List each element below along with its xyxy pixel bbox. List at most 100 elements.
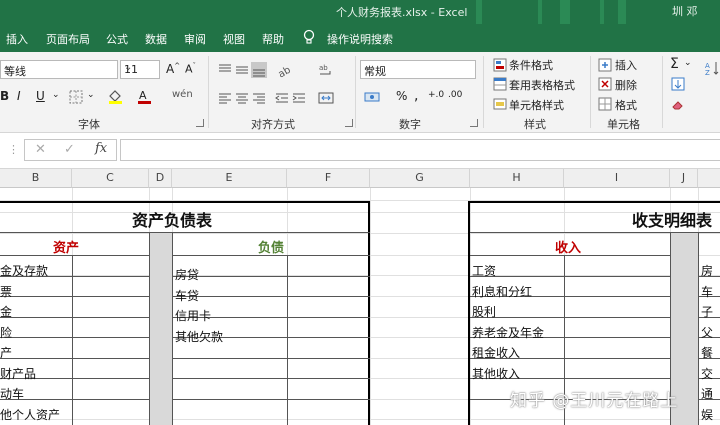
asset-item[interactable]: 金及存款 xyxy=(0,262,48,279)
number-dialog-launcher[interactable] xyxy=(470,119,478,127)
comma-style-icon[interactable]: , xyxy=(414,88,418,104)
insert-cells-button[interactable]: 插入 xyxy=(615,57,637,73)
drag-handle-icon[interactable]: ⋮ xyxy=(8,143,19,156)
income-item[interactable]: 股利 xyxy=(472,303,496,320)
expense-item[interactable]: 车 xyxy=(701,283,713,300)
chevron-down-icon[interactable]: ⌄ xyxy=(684,58,692,68)
alignment-dialog-launcher[interactable] xyxy=(345,119,353,127)
income-item[interactable]: 养老金及年金 xyxy=(472,324,544,341)
expense-item[interactable]: 子 xyxy=(701,303,713,320)
tab-view[interactable]: 视图 xyxy=(223,31,245,47)
autosum-icon[interactable]: Σ xyxy=(670,56,679,72)
currency-icon[interactable] xyxy=(364,89,380,105)
font-color-icon[interactable]: A xyxy=(136,88,152,104)
font-name-select[interactable]: 等线 ⌄ xyxy=(0,60,118,79)
asset-item[interactable]: 票 xyxy=(0,283,12,300)
column-header-d[interactable]: D xyxy=(149,169,172,188)
delete-cells-button[interactable]: 删除 xyxy=(615,77,637,93)
increase-font-icon[interactable]: A^ xyxy=(166,62,180,76)
cell-styles-button[interactable]: 单元格样式 xyxy=(509,97,564,113)
liability-item[interactable]: 房贷 xyxy=(175,266,199,283)
column-header-e[interactable]: E xyxy=(172,169,287,188)
align-top-icon[interactable] xyxy=(217,62,233,78)
align-right-icon[interactable] xyxy=(251,90,267,106)
income-item[interactable]: 工资 xyxy=(472,262,496,279)
align-left-icon[interactable] xyxy=(217,90,233,106)
column-header-h[interactable]: H xyxy=(470,169,564,188)
increase-decimal-icon[interactable]: +.0 xyxy=(428,90,444,100)
align-bottom-icon[interactable] xyxy=(251,62,267,78)
border-icon[interactable] xyxy=(68,89,84,105)
fill-down-icon[interactable] xyxy=(670,76,686,92)
decrease-decimal-icon[interactable]: .00 xyxy=(448,90,462,100)
asset-item[interactable]: 险 xyxy=(0,324,12,341)
font-dialog-launcher[interactable] xyxy=(196,119,204,127)
phonetic-icon[interactable]: wén xyxy=(172,89,193,100)
tab-help[interactable]: 帮助 xyxy=(262,31,284,47)
tab-insert[interactable]: 插入 xyxy=(6,31,28,47)
income-header[interactable]: 收入 xyxy=(555,237,581,256)
income-item[interactable]: 其他收入 xyxy=(472,365,520,382)
chevron-down-icon[interactable]: ⌄ xyxy=(52,90,60,100)
percent-icon[interactable]: % xyxy=(396,89,407,103)
chevron-down-icon[interactable]: ⌄ xyxy=(87,90,95,100)
increase-indent-icon[interactable] xyxy=(291,90,307,106)
tell-me-search[interactable]: 操作说明搜索 xyxy=(327,31,393,47)
conditional-format-button[interactable]: 条件格式 xyxy=(509,57,553,73)
tab-page-layout[interactable]: 页面布局 xyxy=(46,31,90,47)
balance-sheet-title[interactable]: 资产负债表 xyxy=(132,207,212,231)
income-statement-title[interactable]: 收支明细表 xyxy=(632,207,712,231)
column-header-c[interactable]: C xyxy=(72,169,149,188)
format-as-table-button[interactable]: 套用表格格式 xyxy=(509,77,575,93)
font-size-select[interactable]: 11 ⌄ xyxy=(120,60,160,79)
liability-item[interactable]: 信用卡 xyxy=(175,307,211,324)
orientation-icon[interactable]: ab xyxy=(276,62,292,78)
wrap-text-icon[interactable]: ab xyxy=(318,62,334,78)
svg-text:ab: ab xyxy=(276,65,292,78)
format-cells-button[interactable]: 格式 xyxy=(615,97,637,113)
user-name[interactable]: 圳 邓 xyxy=(672,3,698,19)
expense-item[interactable]: 交 xyxy=(701,365,713,382)
assets-header[interactable]: 资产 xyxy=(53,237,79,256)
column-header-g[interactable]: G xyxy=(370,169,470,188)
asset-item[interactable]: 产 xyxy=(0,344,12,361)
asset-item[interactable]: 财产品 xyxy=(0,365,36,382)
expense-item[interactable]: 父 xyxy=(701,324,713,341)
asset-item[interactable]: 金 xyxy=(0,303,12,320)
column-header-k[interactable] xyxy=(698,169,720,188)
column-header-f[interactable]: F xyxy=(287,169,370,188)
decrease-font-icon[interactable]: Aˇ xyxy=(185,62,196,76)
sort-filter-icon[interactable]: AZ xyxy=(704,60,720,76)
column-header-i[interactable]: I xyxy=(564,169,670,188)
underline-icon[interactable]: U xyxy=(36,89,45,103)
bold-icon[interactable]: B xyxy=(0,89,9,103)
insert-function-button[interactable]: fx xyxy=(95,141,107,156)
liabilities-header[interactable]: 负债 xyxy=(258,237,284,256)
asset-item[interactable]: 动车 xyxy=(0,385,24,402)
expense-item[interactable]: 餐 xyxy=(701,344,713,361)
italic-icon[interactable]: I xyxy=(17,89,21,103)
merge-center-icon[interactable] xyxy=(318,90,334,106)
liability-item[interactable]: 其他欠款 xyxy=(175,328,223,345)
align-middle-icon[interactable] xyxy=(234,62,250,78)
fill-color-icon[interactable] xyxy=(107,88,123,104)
expense-item[interactable]: 房 xyxy=(701,262,713,279)
formula-input[interactable] xyxy=(120,139,720,161)
column-header-b[interactable]: B xyxy=(0,169,72,188)
align-center-icon[interactable] xyxy=(234,90,250,106)
decrease-indent-icon[interactable] xyxy=(274,90,290,106)
column-header-j[interactable]: J xyxy=(670,169,698,188)
clear-icon[interactable] xyxy=(670,96,686,112)
expense-item[interactable]: 通 xyxy=(701,385,713,402)
tab-review[interactable]: 审阅 xyxy=(184,31,206,47)
number-format-select[interactable]: 常规 ⌄ xyxy=(360,60,476,79)
tab-data[interactable]: 数据 xyxy=(145,31,167,47)
tab-formulas[interactable]: 公式 xyxy=(106,31,128,47)
enter-icon[interactable]: ✓ xyxy=(64,142,75,157)
income-item[interactable]: 租金收入 xyxy=(472,344,520,361)
cancel-icon[interactable]: ✕ xyxy=(35,142,46,157)
income-item[interactable]: 利息和分红 xyxy=(472,283,532,300)
expense-item[interactable]: 娱 xyxy=(701,406,713,423)
liability-item[interactable]: 车贷 xyxy=(175,287,199,304)
asset-item[interactable]: 他个人资产 xyxy=(0,406,60,423)
